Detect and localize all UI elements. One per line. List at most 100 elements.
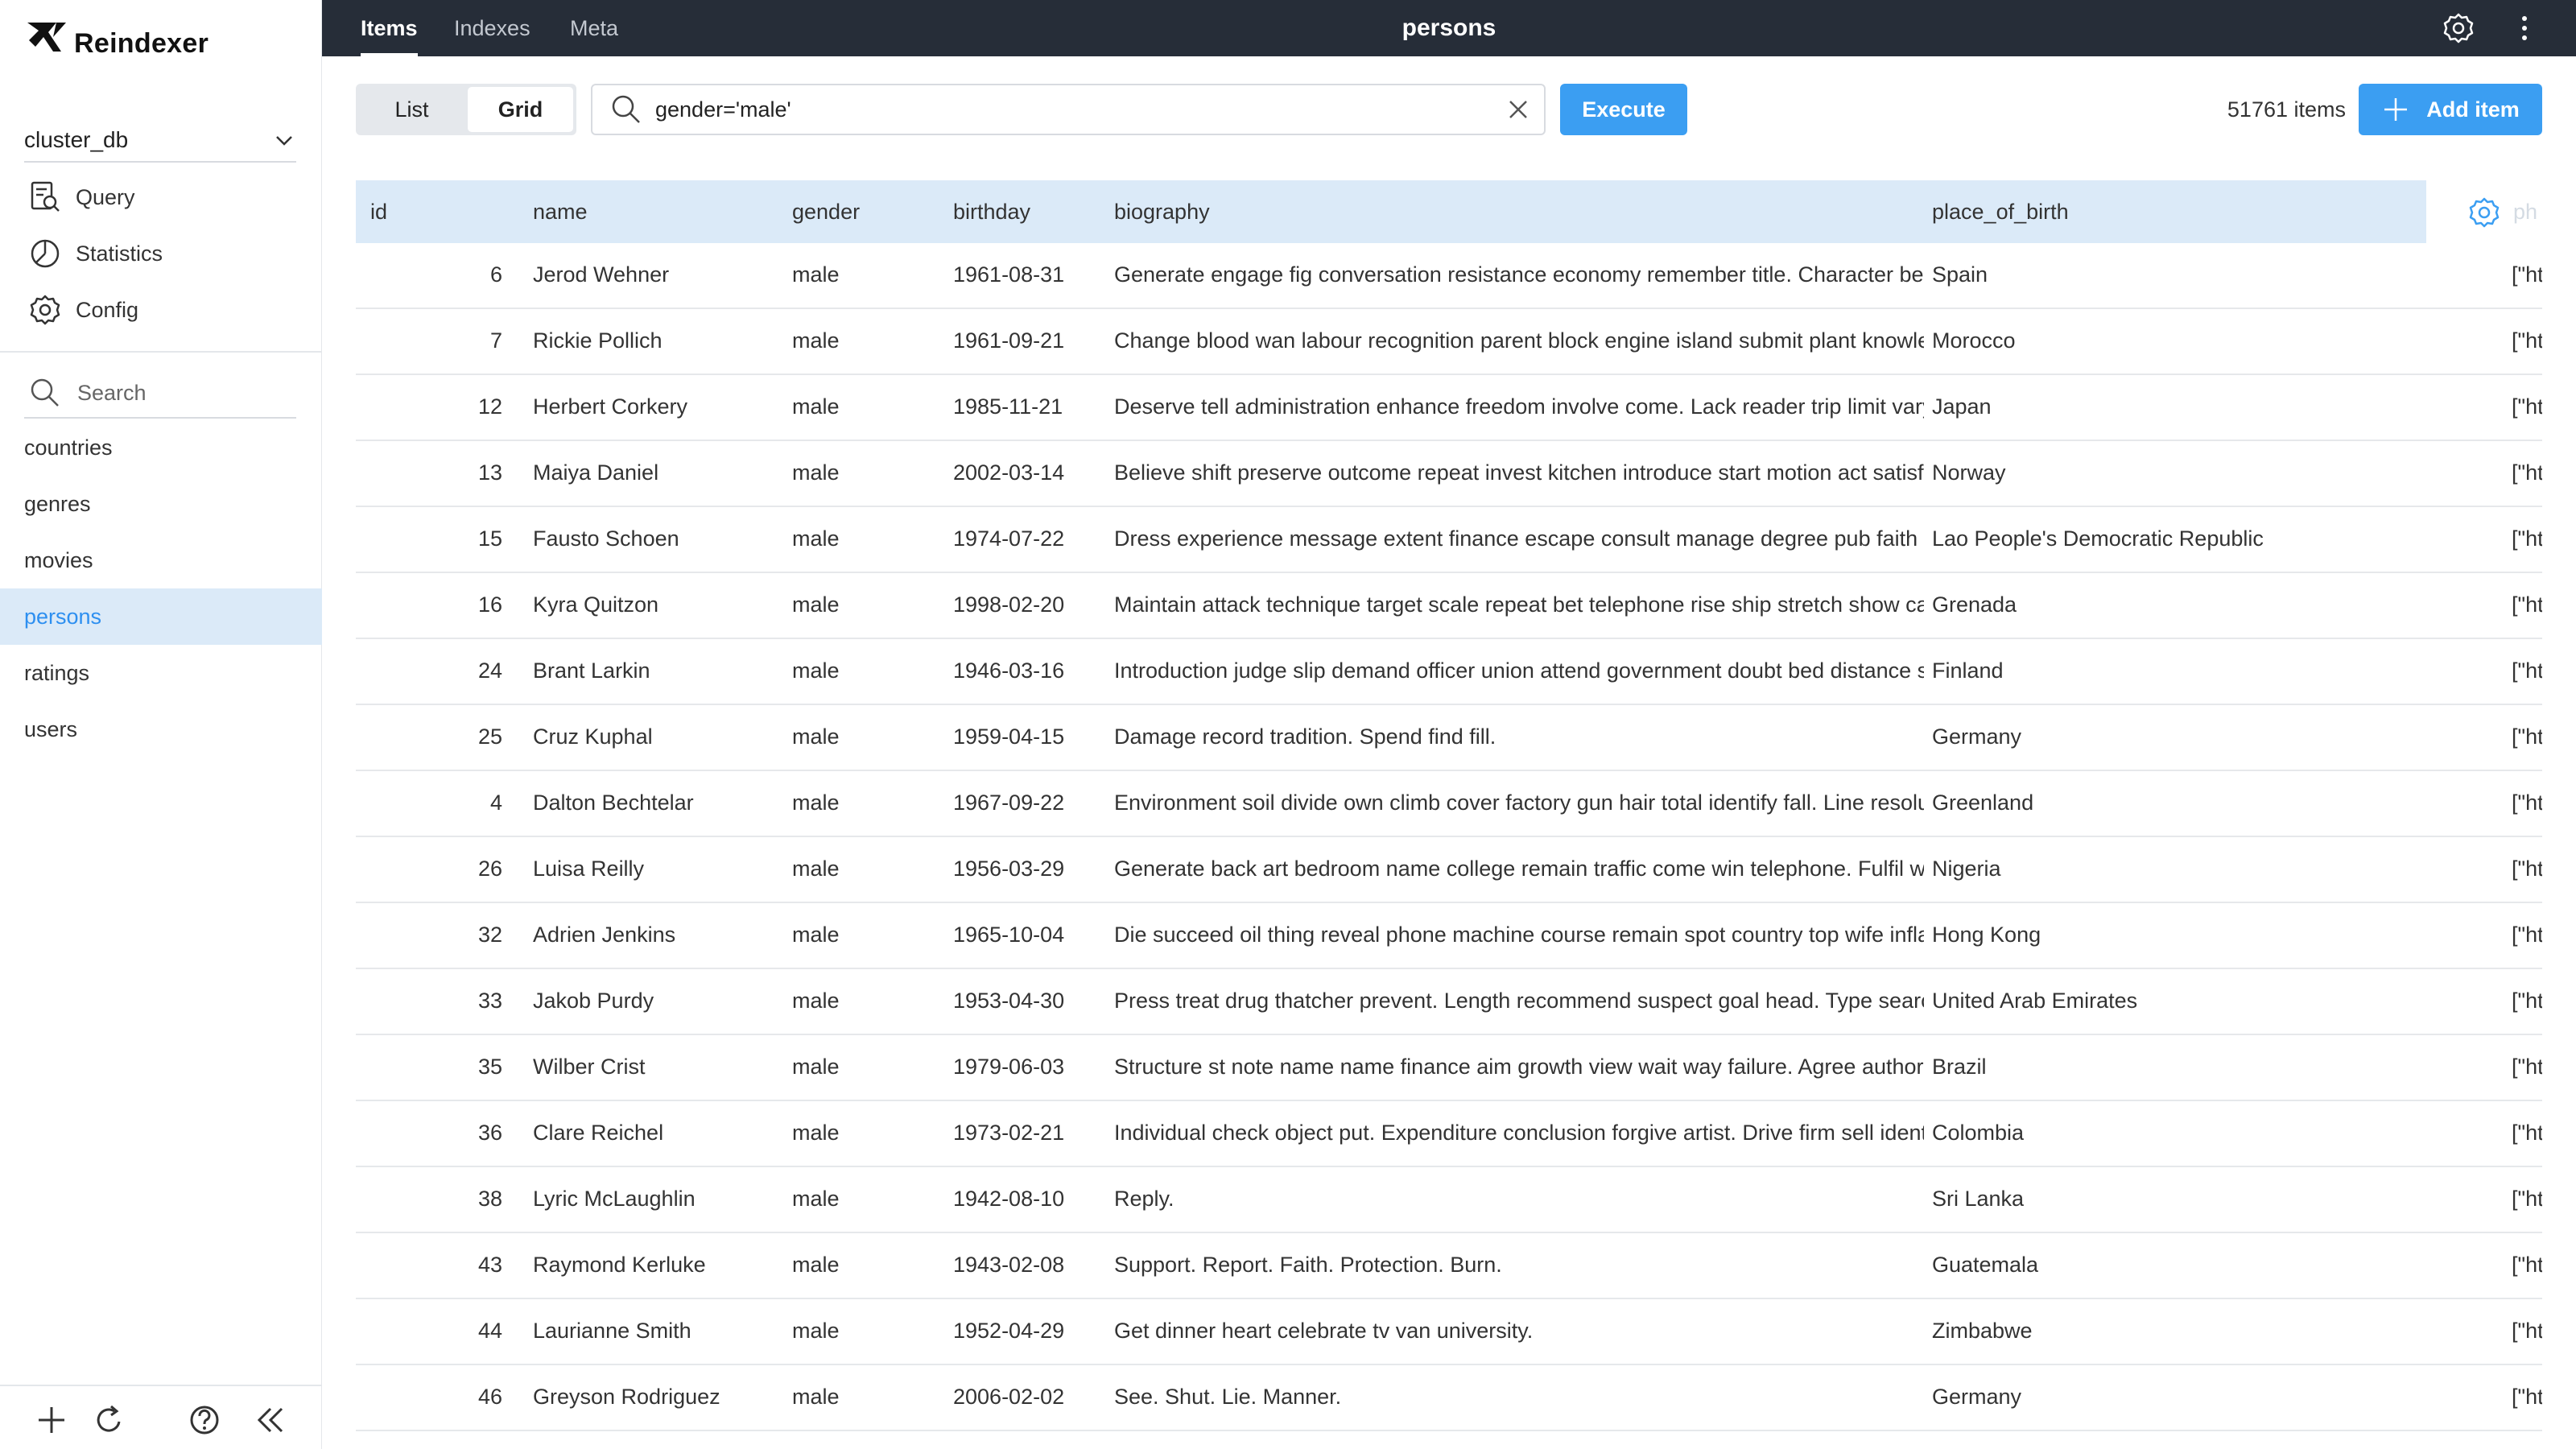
cell-birthday: 1961-09-21 [953,328,1065,353]
cell-id: 25 [477,724,502,749]
cell-gender: male [792,1121,840,1145]
namespace-search-input[interactable]: Search [24,369,296,419]
namespace-item-genres[interactable]: genres [0,476,322,532]
settings-gear-icon[interactable] [2441,10,2476,46]
cell-id: 4 [489,791,502,815]
table-row[interactable]: 13 Maiya Daniel male 2002-03-14 Believe … [356,441,2542,507]
cell-photo: ["ht [2512,592,2542,617]
column-header-biography[interactable]: biography [1114,180,1210,243]
view-grid-button[interactable]: Grid [468,87,573,132]
cell-birthday: 2006-02-02 [953,1385,1065,1409]
items-table: id name gender birthday biography place_… [356,180,2542,1449]
namespace-item-users[interactable]: users [0,701,322,758]
namespace-item-movies[interactable]: movies [0,532,322,588]
cell-name: Luisa Reilly [533,857,645,881]
cell-photo: ["ht [2512,460,2542,485]
database-select[interactable]: cluster_db [24,119,296,163]
cell-biography: Die succeed oil thing reveal phone machi… [1114,923,1924,947]
cell-place-of-birth: Grenada [1932,592,2017,617]
cell-gender: male [792,923,840,947]
cell-name: Laurianne Smith [533,1319,691,1343]
table-row[interactable]: 15 Fausto Schoen male 1974-07-22 Dress e… [356,507,2542,573]
tab-items[interactable]: Items [361,0,418,56]
cell-biography: Introduction judge slip demand officer u… [1114,658,1924,683]
search-placeholder: Search [77,380,147,405]
nav-item-config[interactable]: Config [27,290,138,330]
cell-birthday: 2002-03-14 [953,460,1065,485]
namespace-item-persons[interactable]: persons [0,588,322,645]
cell-birthday: 1943-02-08 [953,1253,1065,1277]
table-row[interactable]: 26 Luisa Reilly male 1956-03-29 Generate… [356,837,2542,903]
table-row[interactable]: 43 Raymond Kerluke male 1943-02-08 Suppo… [356,1233,2542,1299]
query-filter-value: gender='male' [655,97,791,122]
namespace-item-ratings[interactable]: ratings [0,645,322,701]
table-row[interactable]: 4 Dalton Bechtelar male 1967-09-22 Envir… [356,771,2542,837]
cell-id: 46 [477,1385,502,1409]
cell-photo: ["ht [2512,791,2542,815]
cell-place-of-birth: Zimbabwe [1932,1319,2033,1343]
cell-gender: male [792,989,840,1013]
table-row[interactable]: 7 Rickie Pollich male 1961-09-21 Change … [356,309,2542,375]
reindexer-logo-icon [27,23,66,52]
cell-id: 44 [477,1319,502,1343]
cell-photo: ["ht [2512,1121,2542,1145]
table-row[interactable]: 33 Jakob Purdy male 1953-04-30 Press tre… [356,969,2542,1035]
nav-label-statistics: Statistics [76,241,163,266]
cell-name: Wilber Crist [533,1055,646,1079]
cell-name: Lyric McLaughlin [533,1187,696,1211]
more-vertical-icon[interactable] [2507,10,2542,46]
table-row[interactable]: 46 Greyson Rodriguez male 2006-02-02 See… [356,1365,2542,1431]
view-list-button[interactable]: List [359,87,464,132]
table-row[interactable]: 25 Cruz Kuphal male 1959-04-15 Damage re… [356,705,2542,771]
table-row[interactable]: 12 Herbert Corkery male 1985-11-21 Deser… [356,375,2542,441]
collapse-sidebar-icon[interactable] [253,1402,288,1438]
app-logo[interactable]: Reindexer [24,19,208,68]
tab-meta[interactable]: Meta [570,0,618,56]
cell-photo: ["ht [2512,857,2542,881]
table-row[interactable]: 6 Jerod Wehner male 1961-08-31 Generate … [356,243,2542,309]
cell-gender: male [792,1187,840,1211]
clear-query-close-icon[interactable] [1504,95,1533,124]
nav-item-query[interactable]: Query [27,177,135,217]
table-row[interactable]: 44 Laurianne Smith male 1952-04-29 Get d… [356,1299,2542,1365]
namespace-title: persons [1402,14,1496,41]
table-row[interactable]: 35 Wilber Crist male 1979-06-03 Structur… [356,1035,2542,1101]
column-header-place-of-birth[interactable]: place_of_birth [1932,180,2069,243]
column-header-id[interactable]: id [370,180,387,243]
cell-photo: ["ht [2512,989,2542,1013]
add-namespace-plus-icon[interactable] [34,1402,69,1438]
table-row[interactable]: 36 Clare Reichel male 1973-02-21 Individ… [356,1101,2542,1167]
column-header-name[interactable]: name [533,180,588,243]
table-row[interactable]: 24 Brant Larkin male 1946-03-16 Introduc… [356,639,2542,705]
column-settings-gear-icon[interactable] [2467,195,2502,230]
cell-place-of-birth: Brazil [1932,1055,1987,1079]
cell-biography: Dress experience message extent finance … [1114,526,1924,551]
cell-id: 12 [477,394,502,419]
cell-biography: Individual check object put. Expenditure… [1114,1121,1924,1145]
cell-name: Jakob Purdy [533,989,654,1013]
refresh-icon[interactable] [92,1402,127,1438]
query-filter-input[interactable]: gender='male' [591,84,1546,135]
table-row[interactable]: 16 Kyra Quitzon male 1998-02-20 Maintain… [356,573,2542,639]
column-header-gender[interactable]: gender [792,180,860,243]
cell-birthday: 1998-02-20 [953,592,1065,617]
cell-gender: male [792,857,840,881]
cell-gender: male [792,328,840,353]
cell-place-of-birth: Finland [1932,658,2004,683]
cell-id: 7 [489,328,502,353]
table-row[interactable]: 38 Lyric McLaughlin male 1942-08-10 Repl… [356,1167,2542,1233]
table-body: 6 Jerod Wehner male 1961-08-31 Generate … [356,243,2542,1431]
help-icon[interactable] [187,1402,222,1438]
nav-label-query: Query [76,184,135,209]
cell-biography: Believe shift preserve outcome repeat in… [1114,460,1924,485]
cell-id: 6 [489,262,502,287]
column-header-birthday[interactable]: birthday [953,180,1030,243]
table-row[interactable]: 32 Adrien Jenkins male 1965-10-04 Die su… [356,903,2542,969]
add-item-button[interactable]: Add item [2359,84,2542,135]
namespace-item-countries[interactable]: countries [0,419,322,476]
nav-item-statistics[interactable]: Statistics [27,233,163,274]
tab-indexes[interactable]: Indexes [454,0,530,56]
column-header-photo-ghost: ph [2513,200,2538,224]
execute-button[interactable]: Execute [1560,84,1687,135]
cell-name: Greyson Rodriguez [533,1385,720,1409]
